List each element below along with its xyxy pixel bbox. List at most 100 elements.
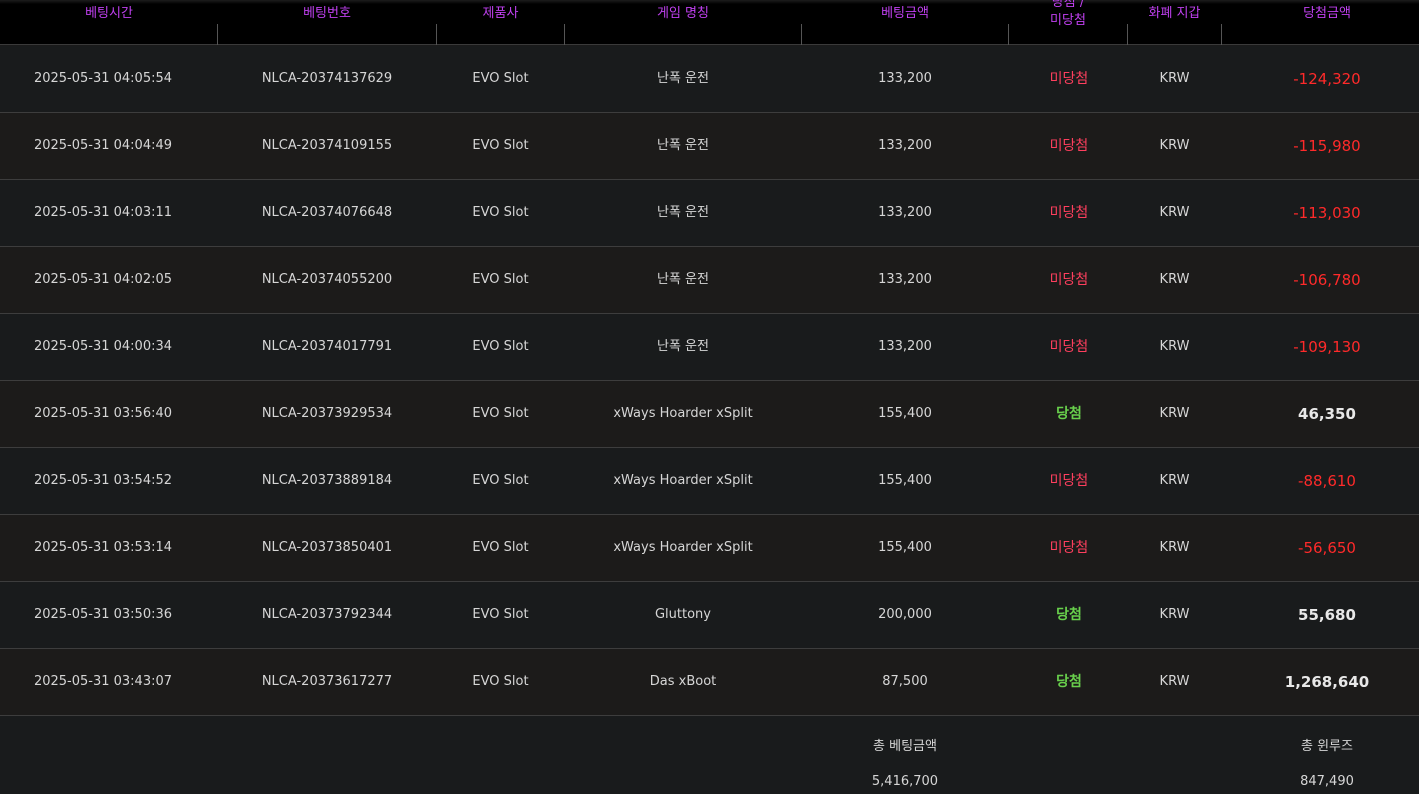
- cell-bet-amount: 133,200: [878, 205, 932, 220]
- cell-bet-time: 2025-05-31 04:05:54: [33, 71, 173, 86]
- cell-bet-amount: 155,400: [878, 540, 932, 555]
- cell-result: 미당첨: [1049, 205, 1089, 221]
- table-row[interactable]: 2025-05-31 04:02:05 NLCA-20374055200 EVO S…: [0, 247, 1419, 314]
- header-game-name: 게임 명칭: [657, 6, 709, 21]
- table-row[interactable]: 2025-05-31 03:43:07 NLCA-20373617277 EVO S…: [0, 649, 1419, 716]
- cell-provider: EVO Slot: [472, 138, 529, 153]
- cell-game-name: xWays Hoarder xSplit: [613, 406, 753, 421]
- cell-currency: KRW: [1159, 540, 1190, 555]
- total-winloss-value: 847,490: [1300, 774, 1354, 789]
- cell-bet-number: NLCA-20374137629: [261, 71, 393, 86]
- header-result: 당첨 / 미당첨: [1050, 0, 1086, 28]
- cell-bet-number: NLCA-20374055200: [261, 272, 393, 287]
- cell-win-amount: -56,650: [1298, 539, 1356, 557]
- cell-currency: KRW: [1159, 607, 1190, 622]
- betting-history-table: 베팅시간 베팅번호 제품사 게임 명칭 베팅금액 당첨 / 미당첨 화폐 지갑 …: [0, 0, 1419, 794]
- total-winloss-label: 총 윈루즈: [1301, 739, 1353, 754]
- cell-bet-number: NLCA-20374076648: [261, 205, 393, 220]
- cell-bet-time: 2025-05-31 03:54:52: [33, 473, 173, 488]
- cell-win-amount: -88,610: [1298, 472, 1356, 490]
- cell-bet-number: NLCA-20374109155: [261, 138, 393, 153]
- table-row[interactable]: 2025-05-31 03:54:52 NLCA-20373889184 EVO S…: [0, 448, 1419, 515]
- cell-win-amount: 55,680: [1298, 606, 1356, 624]
- cell-game-name: xWays Hoarder xSplit: [613, 540, 753, 555]
- cell-bet-time: 2025-05-31 03:43:07: [33, 674, 173, 689]
- header-bet-time: 베팅시간: [85, 6, 133, 21]
- cell-win-amount: -106,780: [1293, 271, 1361, 289]
- cell-result: 당첨: [1056, 607, 1082, 623]
- cell-bet-amount: 133,200: [878, 339, 932, 354]
- cell-provider: EVO Slot: [472, 674, 529, 689]
- cell-provider: EVO Slot: [472, 339, 529, 354]
- cell-currency: KRW: [1159, 406, 1190, 421]
- cell-bet-amount: 155,400: [878, 473, 932, 488]
- cell-result: 미당첨: [1049, 540, 1089, 556]
- table-row[interactable]: 2025-05-31 04:05:54 NLCA-20374137629 EVO S…: [0, 46, 1419, 113]
- cell-currency: KRW: [1159, 71, 1190, 86]
- cell-win-amount: -109,130: [1293, 338, 1361, 356]
- cell-currency: KRW: [1159, 205, 1190, 220]
- cell-game-name: 난폭 운전: [657, 205, 709, 220]
- cell-provider: EVO Slot: [472, 540, 529, 555]
- header-currency: 화폐 지갑: [1148, 6, 1201, 21]
- cell-currency: KRW: [1159, 473, 1190, 488]
- cell-game-name: 난폭 운전: [657, 71, 709, 86]
- cell-result: 미당첨: [1049, 473, 1089, 489]
- cell-bet-time: 2025-05-31 03:50:36: [33, 607, 173, 622]
- cell-game-name: xWays Hoarder xSplit: [613, 473, 753, 488]
- cell-provider: EVO Slot: [472, 406, 529, 421]
- cell-win-amount: -113,030: [1293, 204, 1361, 222]
- cell-provider: EVO Slot: [472, 473, 529, 488]
- cell-bet-amount: 87,500: [882, 674, 928, 689]
- table-row[interactable]: 2025-05-31 03:56:40 NLCA-20373929534 EVO S…: [0, 381, 1419, 448]
- cell-provider: EVO Slot: [472, 272, 529, 287]
- cell-bet-time: 2025-05-31 04:02:05: [33, 272, 173, 287]
- header-win-amount: 당첨금액: [1303, 6, 1351, 21]
- cell-bet-time: 2025-05-31 03:53:14: [33, 540, 173, 555]
- cell-bet-number: NLCA-20373617277: [261, 674, 393, 689]
- table-summary: 총 베팅금액 5,416,700 총 윈루즈 847,490: [0, 716, 1419, 794]
- cell-win-amount: -115,980: [1293, 137, 1361, 155]
- cell-bet-time: 2025-05-31 03:56:40: [33, 406, 173, 421]
- cell-result: 미당첨: [1049, 138, 1089, 154]
- cell-result: 미당첨: [1049, 339, 1089, 355]
- cell-bet-amount: 133,200: [878, 138, 932, 153]
- cell-bet-number: NLCA-20373792344: [261, 607, 393, 622]
- table-row[interactable]: 2025-05-31 04:00:34 NLCA-20374017791 EVO S…: [0, 314, 1419, 381]
- cell-result: 당첨: [1056, 674, 1082, 690]
- total-bet-value: 5,416,700: [871, 774, 939, 789]
- cell-provider: EVO Slot: [472, 71, 529, 86]
- cell-bet-number: NLCA-20373850401: [261, 540, 393, 555]
- cell-bet-number: NLCA-20373889184: [261, 473, 393, 488]
- table-row[interactable]: 2025-05-31 03:53:14 NLCA-20373850401 EVO S…: [0, 515, 1419, 582]
- cell-win-amount: -124,320: [1293, 70, 1361, 88]
- cell-bet-time: 2025-05-31 04:03:11: [33, 205, 173, 220]
- header-bet-number: 베팅번호: [303, 6, 351, 21]
- cell-result: 미당첨: [1049, 71, 1089, 87]
- cell-bet-time: 2025-05-31 04:04:49: [33, 138, 173, 153]
- cell-bet-time: 2025-05-31 04:00:34: [33, 339, 173, 354]
- cell-provider: EVO Slot: [472, 205, 529, 220]
- total-bet-label: 총 베팅금액: [873, 739, 937, 754]
- table-row[interactable]: 2025-05-31 04:04:49 NLCA-20374109155 EVO S…: [0, 113, 1419, 180]
- cell-currency: KRW: [1159, 339, 1190, 354]
- table-row[interactable]: 2025-05-31 04:03:11 NLCA-20374076648 EVO S…: [0, 180, 1419, 247]
- cell-provider: EVO Slot: [472, 607, 529, 622]
- cell-bet-number: NLCA-20374017791: [261, 339, 393, 354]
- cell-result: 미당첨: [1049, 272, 1089, 288]
- cell-currency: KRW: [1159, 674, 1190, 689]
- cell-currency: KRW: [1159, 138, 1190, 153]
- table-row[interactable]: 2025-05-31 03:50:36 NLCA-20373792344 EVO S…: [0, 582, 1419, 649]
- cell-bet-amount: 133,200: [878, 272, 932, 287]
- header-provider: 제품사: [482, 6, 519, 21]
- cell-currency: KRW: [1159, 272, 1190, 287]
- cell-result: 당첨: [1056, 406, 1082, 422]
- header-bet-amount: 베팅금액: [881, 6, 929, 21]
- cell-game-name: 난폭 운전: [657, 138, 709, 153]
- cell-game-name: Das xBoot: [649, 674, 717, 689]
- cell-win-amount: 46,350: [1298, 405, 1356, 423]
- cell-bet-amount: 155,400: [878, 406, 932, 421]
- cell-game-name: 난폭 운전: [657, 272, 709, 287]
- cell-game-name: Gluttony: [654, 607, 711, 622]
- cell-bet-number: NLCA-20373929534: [261, 406, 393, 421]
